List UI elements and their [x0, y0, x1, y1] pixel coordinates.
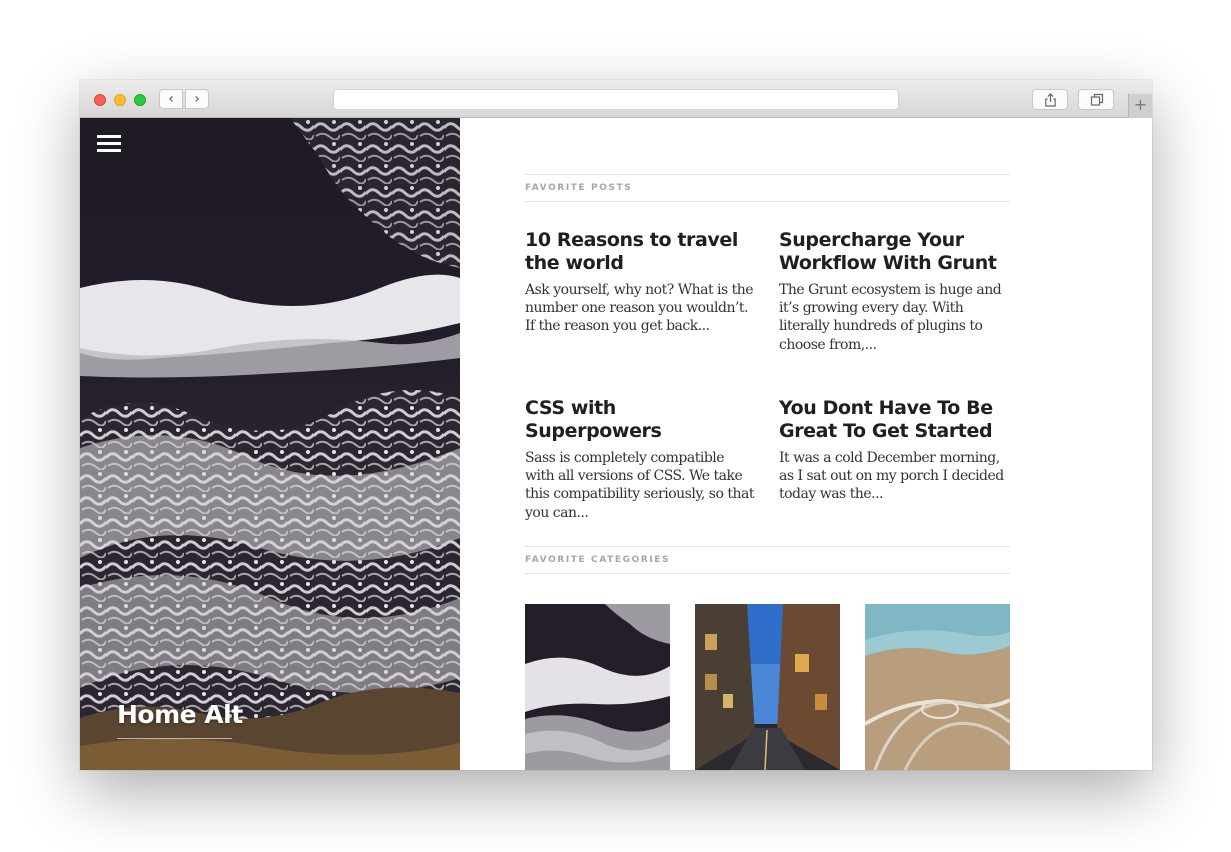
ocean-waves-image [525, 604, 670, 770]
post-card[interactable]: Supercharge Your Workflow With Grunt The… [779, 229, 1009, 354]
narrow-street-image [695, 604, 840, 770]
post-card[interactable]: 10 Reasons to travel the world Ask yours… [525, 229, 755, 336]
post-card[interactable]: CSS with Superpowers Sass is completely … [525, 397, 755, 522]
post-excerpt: Sass is completely compatible with all v… [525, 450, 754, 521]
tabs-icon [1090, 93, 1104, 106]
page-title: Home Alt [117, 700, 243, 729]
favorite-categories-heading: FAVORITE CATEGORIES [525, 546, 1010, 574]
hamburger-menu-icon-bar [97, 142, 121, 145]
post-title[interactable]: You Dont Have To Be Great To Get Started [779, 397, 1009, 443]
hamburger-menu-icon [97, 135, 121, 138]
forward-button[interactable]: › [185, 89, 209, 109]
post-title[interactable]: CSS with Superpowers [525, 397, 755, 443]
post-title[interactable]: Supercharge Your Workflow With Grunt [779, 229, 1009, 275]
category-tile-highway[interactable] [865, 604, 1010, 770]
hamburger-menu-icon-bar [97, 149, 121, 152]
browser-window: ‹ › + Home Alt FAVORITE POSTS 10 Reasons… [80, 80, 1152, 770]
post-excerpt: It was a cold December morning, as I sat… [779, 450, 1004, 503]
share-button[interactable] [1032, 89, 1068, 110]
post-card[interactable]: You Dont Have To Be Great To Get Started… [779, 397, 1009, 504]
main-content: FAVORITE POSTS 10 Reasons to travel the … [460, 118, 1152, 770]
post-title[interactable]: 10 Reasons to travel the world [525, 229, 755, 275]
favorite-posts-heading: FAVORITE POSTS [525, 174, 1010, 202]
hero-image-panel: Home Alt [80, 118, 460, 770]
favorite-posts-label: FAVORITE POSTS [525, 183, 633, 193]
close-window-button[interactable] [94, 94, 106, 106]
browser-toolbar: ‹ › + [80, 80, 1152, 118]
category-tile-street[interactable] [695, 604, 840, 770]
hamburger-menu-button[interactable] [93, 127, 125, 159]
show-tabs-button[interactable] [1078, 89, 1114, 110]
address-bar[interactable] [333, 89, 899, 110]
back-button[interactable]: ‹ [159, 89, 183, 109]
chevron-left-icon: ‹ [168, 91, 174, 107]
plus-icon: + [1133, 95, 1148, 114]
favorite-categories-label: FAVORITE CATEGORIES [525, 555, 671, 565]
category-tile-ocean[interactable] [525, 604, 670, 770]
share-icon [1045, 93, 1056, 107]
chevron-right-icon: › [194, 91, 200, 107]
title-underline [117, 738, 232, 739]
post-excerpt: Ask yourself, why not? What is the numbe… [525, 282, 754, 335]
new-tab-button[interactable]: + [1128, 94, 1152, 118]
highway-interchange-image [865, 604, 1010, 770]
zoom-window-button[interactable] [134, 94, 146, 106]
post-excerpt: The Grunt ecosystem is huge and it’s gro… [779, 282, 1002, 353]
minimize-window-button[interactable] [114, 94, 126, 106]
ocean-waves-hero-image [80, 118, 460, 770]
